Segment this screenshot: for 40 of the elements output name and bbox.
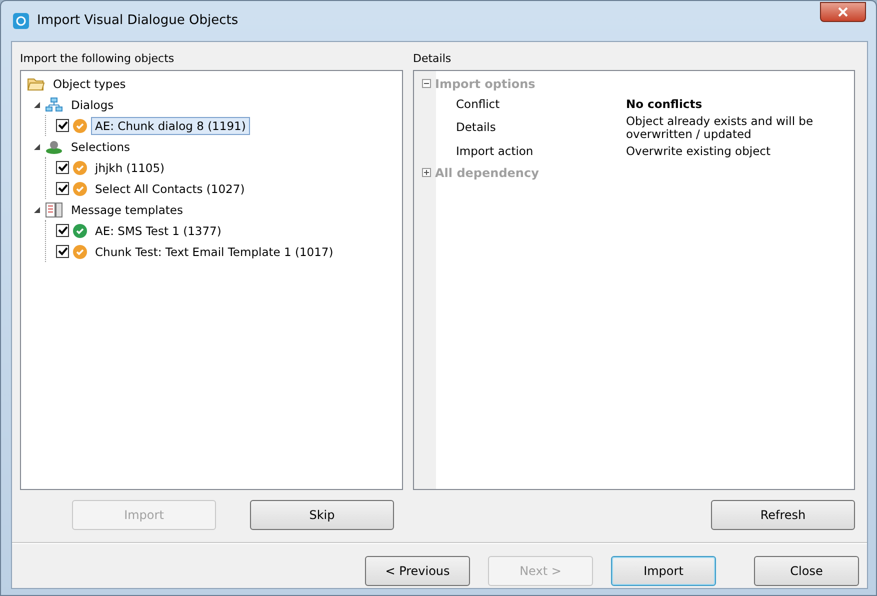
expand-icon[interactable] (422, 168, 431, 177)
document-icon (45, 202, 63, 218)
expand-icon[interactable] (33, 100, 41, 108)
checkbox[interactable] (56, 161, 69, 174)
property-name: Conflict (455, 96, 501, 113)
folder-icon (27, 76, 45, 92)
property-value: No conflicts (626, 98, 704, 111)
button[interactable]: < Previous (365, 556, 470, 586)
tree-item[interactable]: Selections (67, 138, 134, 156)
tree-item[interactable]: Object types (49, 74, 130, 92)
checkbox[interactable] (56, 119, 69, 132)
property-value: Object already exists and will be overwritten / updated (626, 115, 814, 141)
button[interactable]: Import (611, 556, 716, 586)
button[interactable]: Refresh (711, 500, 855, 530)
tree-item[interactable]: Chunk Test: Text Email Template 1 (1017) (91, 242, 338, 260)
app-icon (13, 13, 29, 29)
user-icon (45, 138, 63, 154)
tree-item[interactable]: Select All Contacts (1027) (91, 180, 249, 198)
checkbox[interactable] (56, 245, 69, 258)
panel-label: Details (413, 51, 452, 67)
tree-item[interactable]: AE: Chunk dialog 8 (1191) (91, 116, 250, 134)
tree-item[interactable]: Dialogs (67, 96, 118, 114)
property-name: Import action (455, 142, 534, 160)
collapse-icon[interactable] (422, 79, 431, 88)
panel-label: Import the following objects (20, 51, 176, 67)
window-title: Import Visual Dialogue Objects (37, 12, 238, 30)
diagram-icon (45, 96, 63, 112)
property-value: Overwrite existing object (626, 145, 772, 158)
checkbox[interactable] (56, 182, 69, 195)
tree-item[interactable]: jhjkh (1105) (91, 158, 169, 176)
expand-icon[interactable] (33, 142, 41, 150)
property-name: Details (455, 119, 497, 136)
tree-item[interactable]: Message templates (67, 200, 187, 218)
expand-icon[interactable] (33, 206, 41, 214)
checkbox[interactable] (56, 224, 69, 237)
tree-item[interactable]: AE: SMS Test 1 (1377) (91, 222, 226, 240)
button[interactable]: Skip (250, 500, 394, 530)
close-icon (838, 7, 848, 17)
close-button[interactable] (820, 2, 866, 22)
button[interactable]: Close (754, 556, 859, 586)
